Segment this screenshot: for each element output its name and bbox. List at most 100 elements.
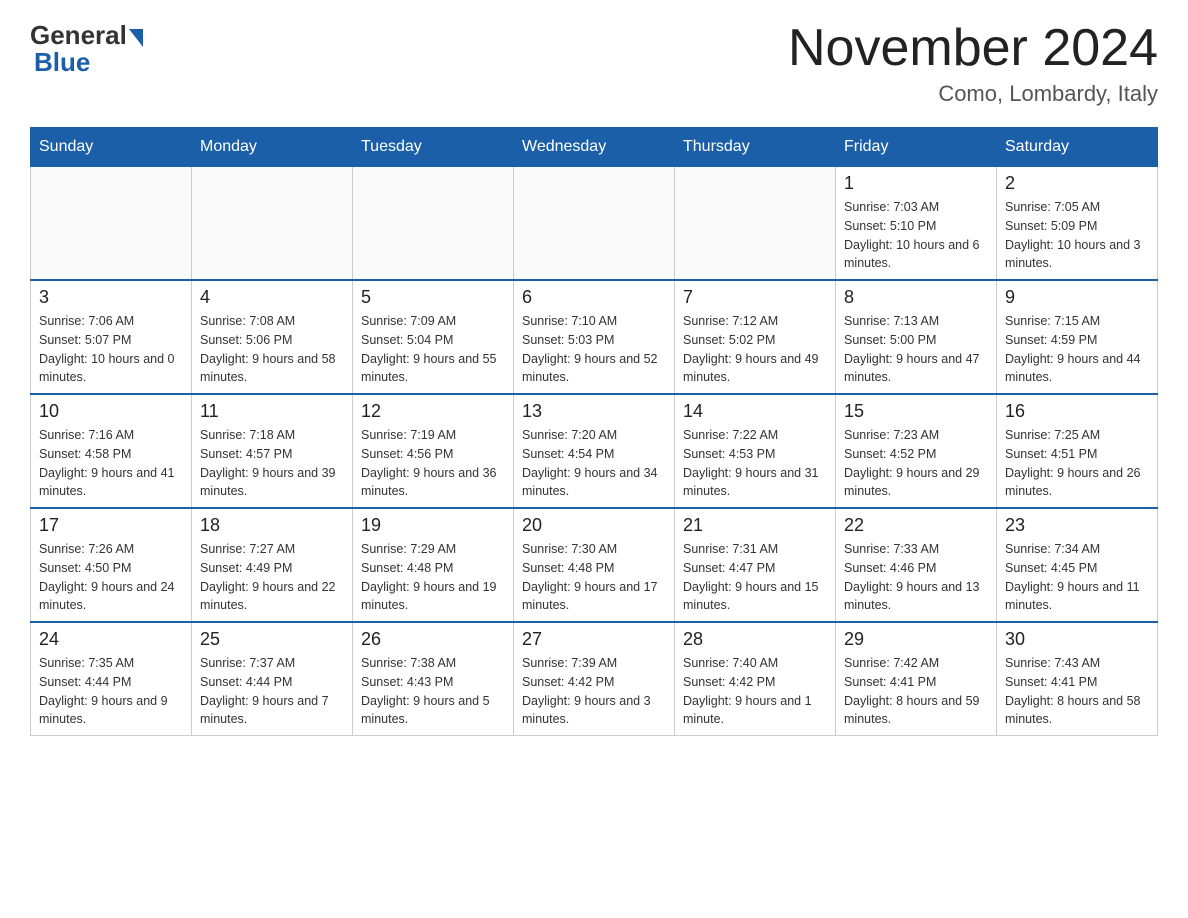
calendar-day-cell: 25 Sunrise: 7:37 AM Sunset: 4:44 PM Dayli… xyxy=(192,622,353,736)
calendar-day-cell: 26 Sunrise: 7:38 AM Sunset: 4:43 PM Dayli… xyxy=(353,622,514,736)
calendar-day-cell: 4 Sunrise: 7:08 AM Sunset: 5:06 PM Daylig… xyxy=(192,280,353,394)
day-number: 19 xyxy=(361,515,505,536)
calendar-day-cell xyxy=(353,167,514,281)
calendar-subtitle: Como, Lombardy, Italy xyxy=(788,81,1158,107)
calendar-day-cell: 19Sunrise: 7:29 AM Sunset: 4:48 PM Dayli… xyxy=(353,508,514,622)
calendar-day-cell: 12 Sunrise: 7:19 AM Sunset: 4:56 PM Dayli… xyxy=(353,394,514,508)
calendar-day-cell: 9 Sunrise: 7:15 AM Sunset: 4:59 PM Daylig… xyxy=(997,280,1158,394)
day-number: 9 xyxy=(1005,287,1149,308)
day-info: Sunrise: 7:15 AM Sunset: 4:59 PM Dayligh… xyxy=(1005,312,1149,387)
day-number: 27 xyxy=(522,629,666,650)
calendar-day-cell: 5 Sunrise: 7:09 AM Sunset: 5:04 PM Daylig… xyxy=(353,280,514,394)
day-number: 30 xyxy=(1005,629,1149,650)
day-info: Sunrise: 7:08 AM Sunset: 5:06 PM Dayligh… xyxy=(200,312,344,387)
weekday-header-tuesday: Tuesday xyxy=(353,128,514,167)
weekday-header-saturday: Saturday xyxy=(997,128,1158,167)
calendar-day-cell: 29 Sunrise: 7:42 AM Sunset: 4:41 PM Dayli… xyxy=(836,622,997,736)
day-info: Sunrise: 7:42 AM Sunset: 4:41 PM Dayligh… xyxy=(844,654,988,729)
calendar-day-cell: 27 Sunrise: 7:39 AM Sunset: 4:42 PM Dayli… xyxy=(514,622,675,736)
calendar-day-cell: 8Sunrise: 7:13 AM Sunset: 5:00 PM Daylig… xyxy=(836,280,997,394)
calendar-week-row: 24Sunrise: 7:35 AM Sunset: 4:44 PM Dayli… xyxy=(31,622,1158,736)
calendar-day-cell: 11 Sunrise: 7:18 AM Sunset: 4:57 PM Dayli… xyxy=(192,394,353,508)
day-info: Sunrise: 7:40 AM Sunset: 4:42 PM Dayligh… xyxy=(683,654,827,729)
day-info: Sunrise: 7:43 AM Sunset: 4:41 PM Dayligh… xyxy=(1005,654,1149,729)
day-info: Sunrise: 7:20 AM Sunset: 4:54 PM Dayligh… xyxy=(522,426,666,501)
calendar-day-cell: 7Sunrise: 7:12 AM Sunset: 5:02 PM Daylig… xyxy=(675,280,836,394)
day-info: Sunrise: 7:26 AM Sunset: 4:50 PM Dayligh… xyxy=(39,540,183,615)
calendar-week-row: 3Sunrise: 7:06 AM Sunset: 5:07 PM Daylig… xyxy=(31,280,1158,394)
day-info: Sunrise: 7:33 AM Sunset: 4:46 PM Dayligh… xyxy=(844,540,988,615)
day-number: 3 xyxy=(39,287,183,308)
calendar-header-row: SundayMondayTuesdayWednesdayThursdayFrid… xyxy=(31,128,1158,167)
calendar-day-cell: 3Sunrise: 7:06 AM Sunset: 5:07 PM Daylig… xyxy=(31,280,192,394)
day-info: Sunrise: 7:19 AM Sunset: 4:56 PM Dayligh… xyxy=(361,426,505,501)
calendar-day-cell: 6 Sunrise: 7:10 AM Sunset: 5:03 PM Daylig… xyxy=(514,280,675,394)
day-info: Sunrise: 7:25 AM Sunset: 4:51 PM Dayligh… xyxy=(1005,426,1149,501)
logo: General Blue xyxy=(30,20,143,78)
title-area: November 2024 Como, Lombardy, Italy xyxy=(788,20,1158,107)
calendar-day-cell: 24Sunrise: 7:35 AM Sunset: 4:44 PM Dayli… xyxy=(31,622,192,736)
calendar-table: SundayMondayTuesdayWednesdayThursdayFrid… xyxy=(30,127,1158,736)
day-number: 5 xyxy=(361,287,505,308)
day-info: Sunrise: 7:10 AM Sunset: 5:03 PM Dayligh… xyxy=(522,312,666,387)
day-info: Sunrise: 7:34 AM Sunset: 4:45 PM Dayligh… xyxy=(1005,540,1149,615)
day-number: 11 xyxy=(200,401,344,422)
day-info: Sunrise: 7:05 AM Sunset: 5:09 PM Dayligh… xyxy=(1005,198,1149,273)
weekday-header-monday: Monday xyxy=(192,128,353,167)
day-info: Sunrise: 7:38 AM Sunset: 4:43 PM Dayligh… xyxy=(361,654,505,729)
calendar-day-cell: 18 Sunrise: 7:27 AM Sunset: 4:49 PM Dayli… xyxy=(192,508,353,622)
calendar-day-cell: 22 Sunrise: 7:33 AM Sunset: 4:46 PM Dayli… xyxy=(836,508,997,622)
day-number: 10 xyxy=(39,401,183,422)
day-info: Sunrise: 7:39 AM Sunset: 4:42 PM Dayligh… xyxy=(522,654,666,729)
day-info: Sunrise: 7:37 AM Sunset: 4:44 PM Dayligh… xyxy=(200,654,344,729)
day-number: 26 xyxy=(361,629,505,650)
calendar-week-row: 17Sunrise: 7:26 AM Sunset: 4:50 PM Dayli… xyxy=(31,508,1158,622)
calendar-day-cell xyxy=(192,167,353,281)
day-info: Sunrise: 7:23 AM Sunset: 4:52 PM Dayligh… xyxy=(844,426,988,501)
day-info: Sunrise: 7:18 AM Sunset: 4:57 PM Dayligh… xyxy=(200,426,344,501)
calendar-day-cell: 14 Sunrise: 7:22 AM Sunset: 4:53 PM Dayli… xyxy=(675,394,836,508)
day-info: Sunrise: 7:12 AM Sunset: 5:02 PM Dayligh… xyxy=(683,312,827,387)
day-number: 25 xyxy=(200,629,344,650)
day-number: 23 xyxy=(1005,515,1149,536)
calendar-day-cell xyxy=(31,167,192,281)
weekday-header-thursday: Thursday xyxy=(675,128,836,167)
day-info: Sunrise: 7:30 AM Sunset: 4:48 PM Dayligh… xyxy=(522,540,666,615)
day-info: Sunrise: 7:22 AM Sunset: 4:53 PM Dayligh… xyxy=(683,426,827,501)
day-number: 12 xyxy=(361,401,505,422)
day-info: Sunrise: 7:09 AM Sunset: 5:04 PM Dayligh… xyxy=(361,312,505,387)
calendar-day-cell: 20Sunrise: 7:30 AM Sunset: 4:48 PM Dayli… xyxy=(514,508,675,622)
calendar-day-cell: 16Sunrise: 7:25 AM Sunset: 4:51 PM Dayli… xyxy=(997,394,1158,508)
calendar-day-cell: 23 Sunrise: 7:34 AM Sunset: 4:45 PM Dayli… xyxy=(997,508,1158,622)
day-number: 13 xyxy=(522,401,666,422)
day-number: 8 xyxy=(844,287,988,308)
calendar-day-cell: 10 Sunrise: 7:16 AM Sunset: 4:58 PM Dayli… xyxy=(31,394,192,508)
day-number: 22 xyxy=(844,515,988,536)
calendar-day-cell xyxy=(514,167,675,281)
day-number: 15 xyxy=(844,401,988,422)
calendar-week-row: 10 Sunrise: 7:16 AM Sunset: 4:58 PM Dayli… xyxy=(31,394,1158,508)
calendar-day-cell: 15 Sunrise: 7:23 AM Sunset: 4:52 PM Dayli… xyxy=(836,394,997,508)
weekday-header-friday: Friday xyxy=(836,128,997,167)
weekday-header-sunday: Sunday xyxy=(31,128,192,167)
calendar-day-cell: 30 Sunrise: 7:43 AM Sunset: 4:41 PM Dayli… xyxy=(997,622,1158,736)
day-number: 29 xyxy=(844,629,988,650)
calendar-day-cell: 17Sunrise: 7:26 AM Sunset: 4:50 PM Dayli… xyxy=(31,508,192,622)
day-number: 2 xyxy=(1005,173,1149,194)
day-info: Sunrise: 7:31 AM Sunset: 4:47 PM Dayligh… xyxy=(683,540,827,615)
day-number: 1 xyxy=(844,173,988,194)
day-info: Sunrise: 7:27 AM Sunset: 4:49 PM Dayligh… xyxy=(200,540,344,615)
day-number: 4 xyxy=(200,287,344,308)
day-number: 18 xyxy=(200,515,344,536)
day-number: 21 xyxy=(683,515,827,536)
calendar-day-cell: 2 Sunrise: 7:05 AM Sunset: 5:09 PM Daylig… xyxy=(997,167,1158,281)
calendar-week-row: 1 Sunrise: 7:03 AM Sunset: 5:10 PM Daylig… xyxy=(31,167,1158,281)
day-info: Sunrise: 7:16 AM Sunset: 4:58 PM Dayligh… xyxy=(39,426,183,501)
day-info: Sunrise: 7:03 AM Sunset: 5:10 PM Dayligh… xyxy=(844,198,988,273)
day-number: 14 xyxy=(683,401,827,422)
calendar-day-cell: 13 Sunrise: 7:20 AM Sunset: 4:54 PM Dayli… xyxy=(514,394,675,508)
day-info: Sunrise: 7:35 AM Sunset: 4:44 PM Dayligh… xyxy=(39,654,183,729)
weekday-header-wednesday: Wednesday xyxy=(514,128,675,167)
day-number: 6 xyxy=(522,287,666,308)
calendar-day-cell: 1 Sunrise: 7:03 AM Sunset: 5:10 PM Daylig… xyxy=(836,167,997,281)
